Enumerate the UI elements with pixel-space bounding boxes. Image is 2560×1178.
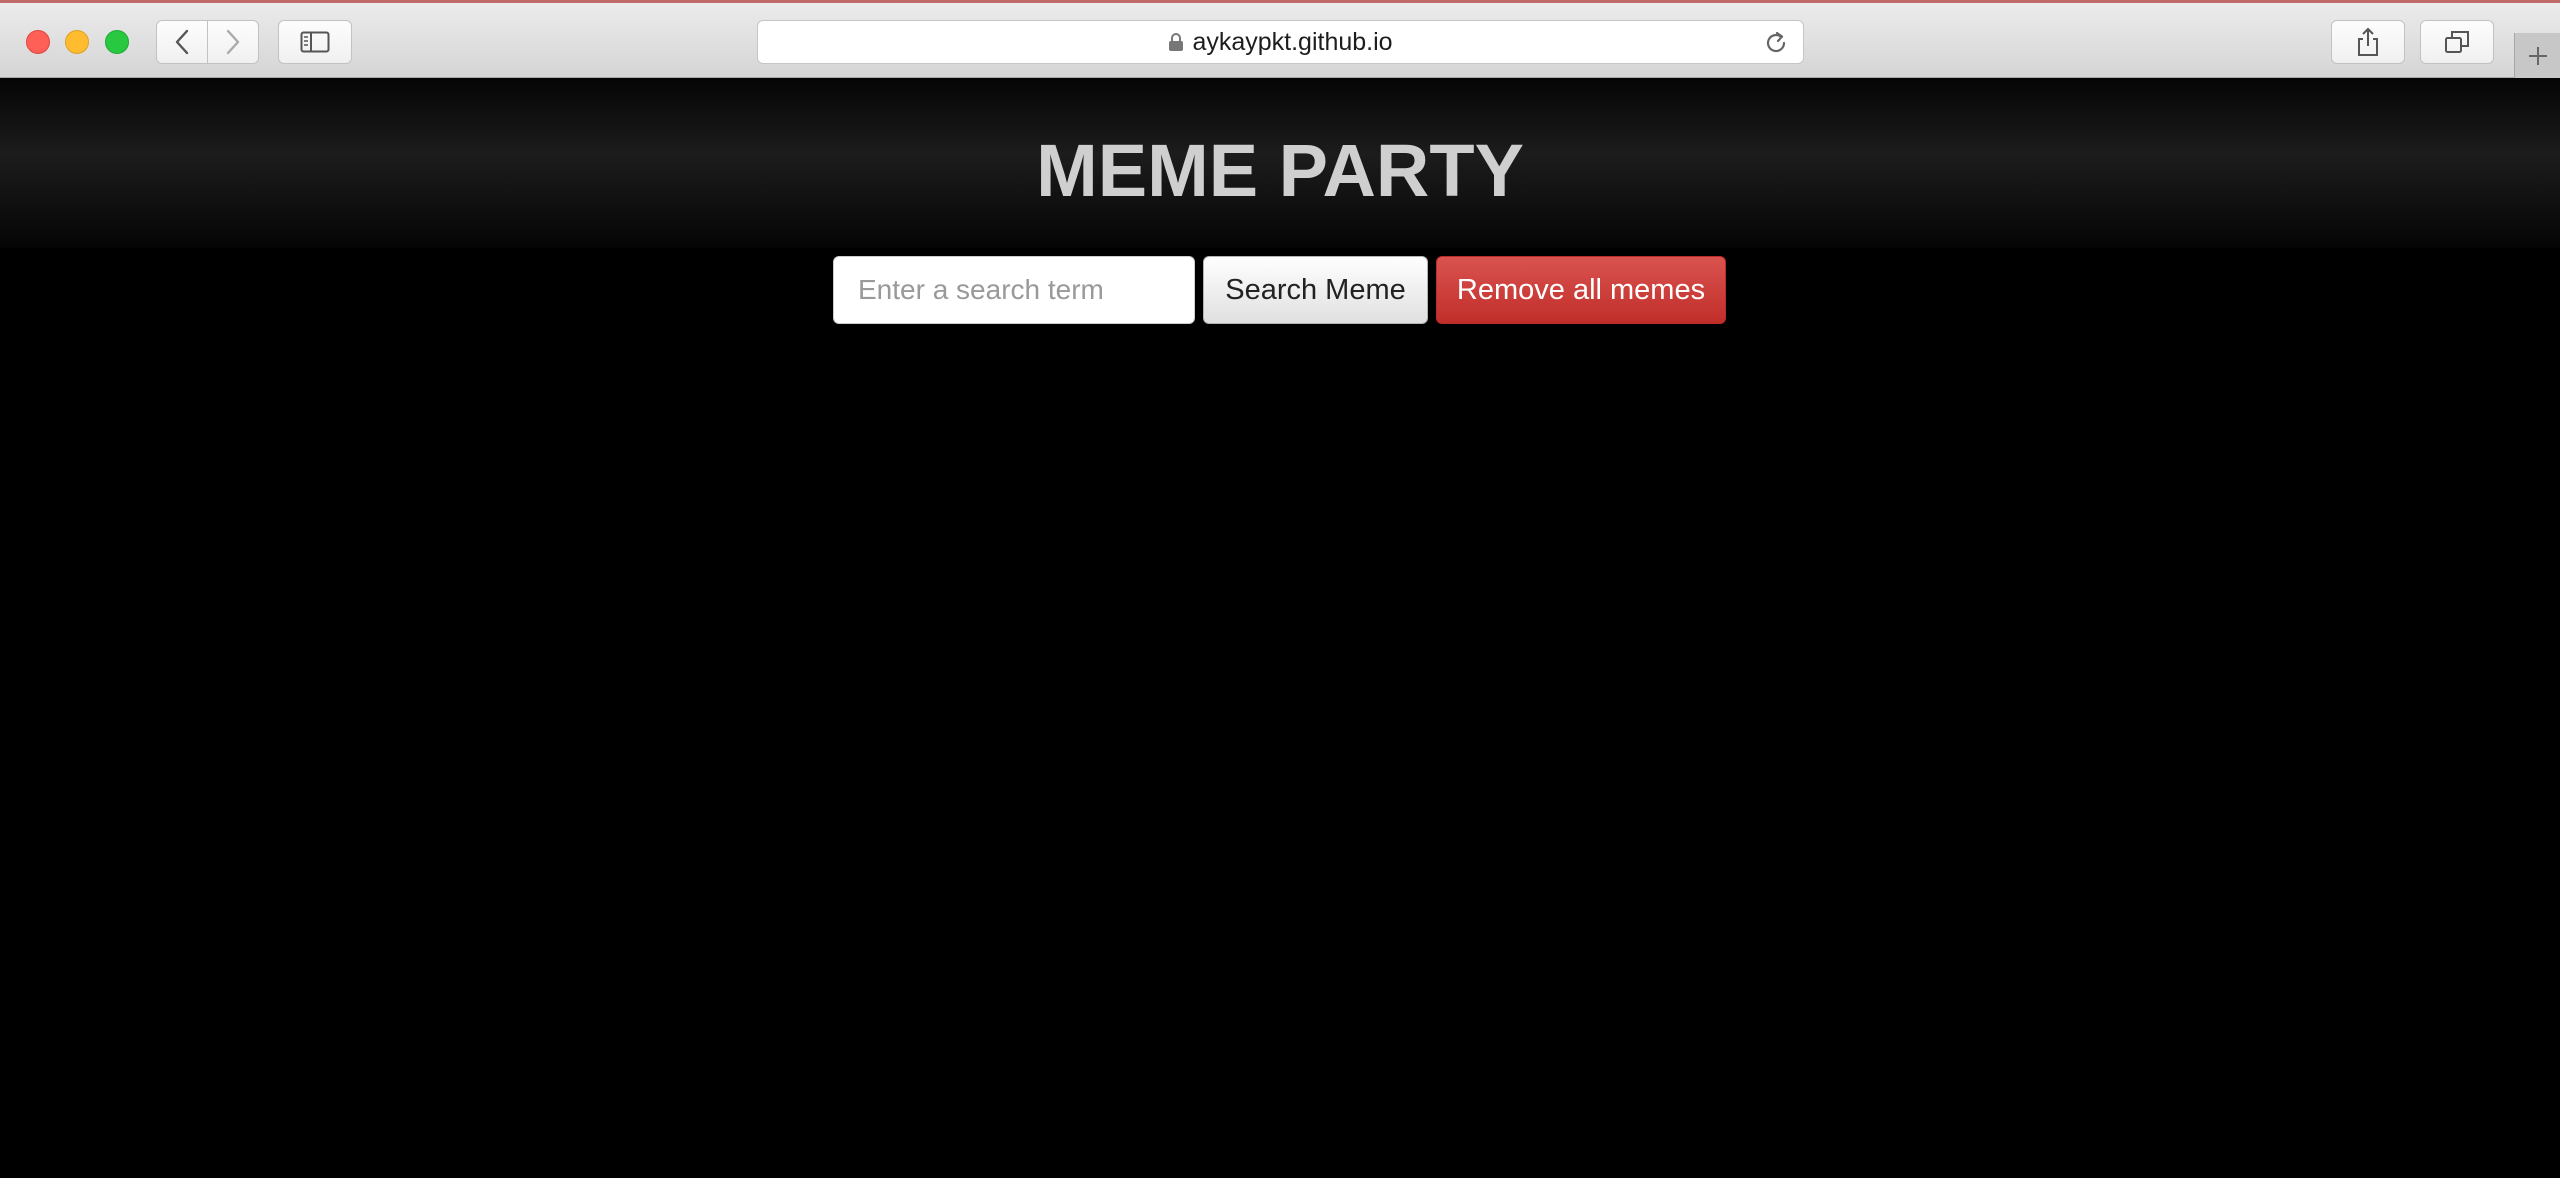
search-meme-button[interactable]: Search Meme [1203, 256, 1428, 324]
search-input[interactable] [833, 256, 1195, 324]
minimize-window-button[interactable] [65, 30, 89, 54]
remove-all-memes-button[interactable]: Remove all memes [1436, 256, 1726, 324]
tabs-overview-button[interactable] [2420, 20, 2494, 64]
chevron-right-icon [226, 29, 240, 55]
browser-toolbar: aykaypkt.github.io [0, 0, 2560, 79]
page-content: MEME PARTY Search Meme Remove all memes [0, 78, 2560, 1178]
reload-icon[interactable] [1763, 30, 1789, 56]
lock-icon [1169, 33, 1184, 51]
sidebar-icon [300, 31, 330, 53]
share-button[interactable] [2331, 20, 2405, 64]
maximize-window-button[interactable] [105, 30, 129, 54]
share-icon [2358, 27, 2378, 56]
search-form: Search Meme Remove all memes [833, 256, 1726, 324]
tabs-overview-icon [2445, 31, 2469, 53]
close-window-button[interactable] [26, 30, 50, 54]
browser-window: aykaypkt.github.io MEME PARTY Enter a se… [0, 0, 2560, 1178]
chevron-left-icon [175, 29, 189, 55]
new-tab-button[interactable] [2514, 33, 2560, 79]
plus-icon [2528, 47, 2547, 65]
forward-button[interactable] [207, 20, 259, 64]
url-text: aykaypkt.github.io [1192, 27, 1393, 56]
sidebar-toggle-button[interactable] [278, 20, 352, 64]
page-title: MEME PARTY [1036, 129, 1524, 212]
back-button[interactable] [156, 20, 208, 64]
address-bar[interactable]: aykaypkt.github.io [757, 20, 1804, 64]
